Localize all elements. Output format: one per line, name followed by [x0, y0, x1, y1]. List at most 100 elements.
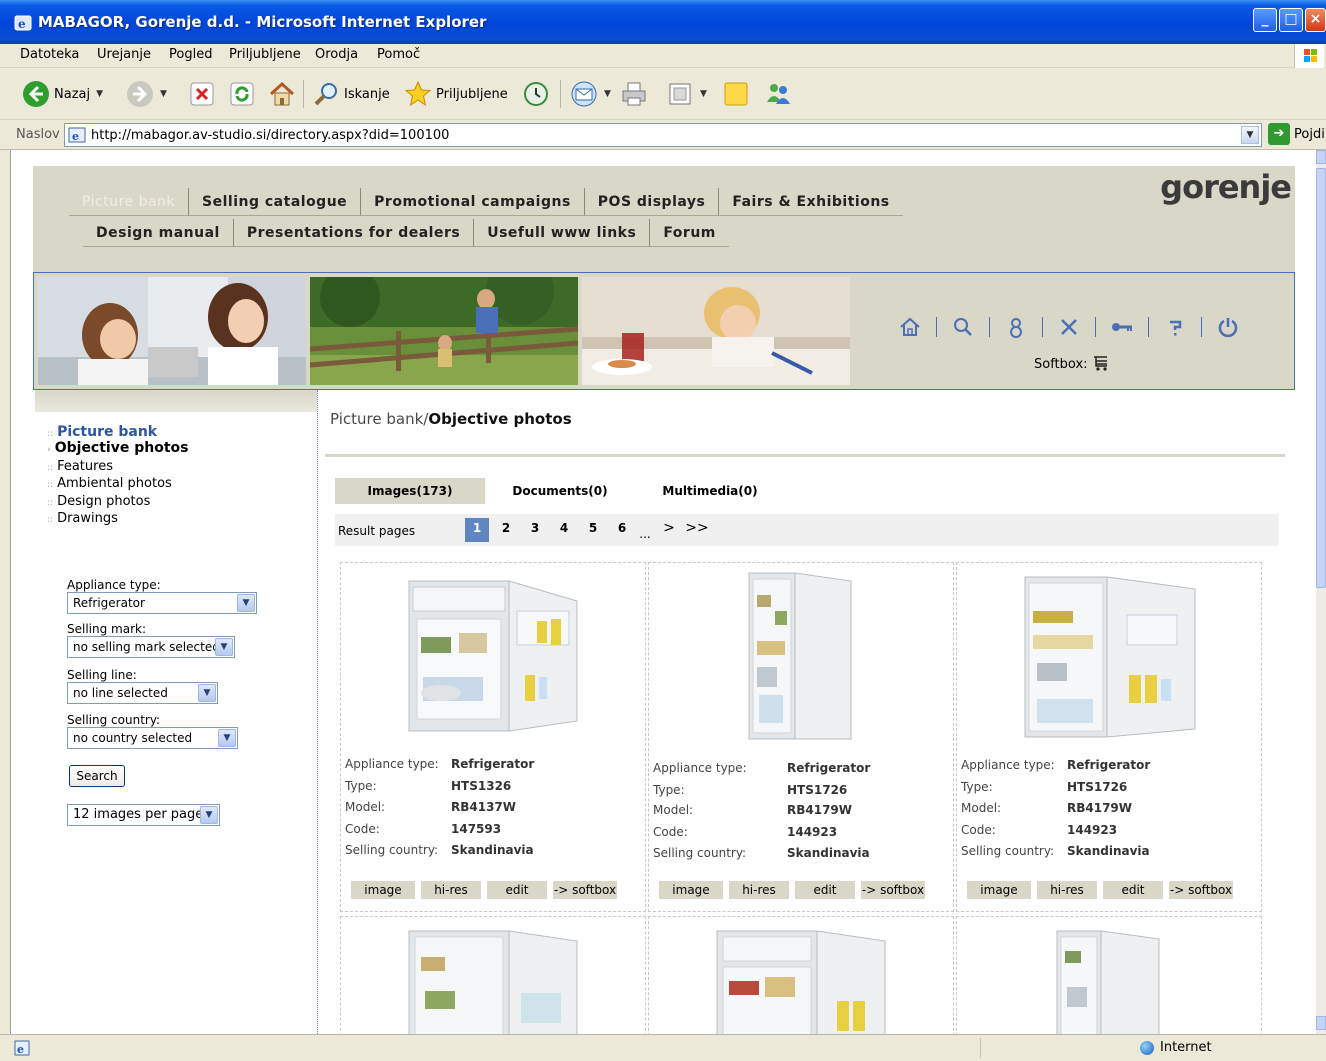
hi-res-button[interactable]: hi-res: [1037, 881, 1097, 899]
nav-usefull-links[interactable]: Usefull www links: [474, 219, 651, 247]
maximize-button[interactable]: □: [1279, 8, 1303, 32]
title-bar[interactable]: e MABAGOR, Gorenje d.d. - Microsoft Inte…: [0, 0, 1326, 44]
selling-mark-select[interactable]: no selling mark selected ▼: [67, 636, 235, 658]
tree-item-features[interactable]: :: Features: [47, 459, 188, 477]
help-icon[interactable]: [1163, 315, 1187, 339]
edit-button[interactable]: edit: [1103, 881, 1163, 899]
tree-root[interactable]: :: Picture bank: [47, 424, 188, 440]
appliance-type-select[interactable]: Refrigerator ▼: [67, 592, 257, 614]
power-icon[interactable]: [1216, 315, 1240, 339]
refrigerator-image[interactable]: [649, 917, 955, 1034]
refrigerator-image[interactable]: [649, 571, 955, 741]
tab-images[interactable]: Images(173): [335, 478, 485, 504]
page-5-link[interactable]: 5: [581, 518, 605, 542]
favorites-button[interactable]: Priljubljene: [404, 78, 508, 110]
refrigerator-image[interactable]: [341, 571, 647, 741]
menu-view[interactable]: Pogled: [169, 47, 212, 62]
home-icon[interactable]: [898, 315, 922, 339]
menu-file[interactable]: Datoteka: [20, 47, 79, 62]
selling-line-label: Selling line:: [67, 668, 137, 682]
close-icon[interactable]: [1057, 315, 1081, 339]
back-button[interactable]: Nazaj ▼: [22, 78, 103, 110]
search-button[interactable]: Search: [69, 765, 125, 787]
scroll-down-icon[interactable]: [1316, 1016, 1326, 1030]
tree-item-design-photos[interactable]: :: Design photos: [47, 494, 188, 512]
address-input[interactable]: e http://mabagor.av-studio.si/directory.…: [64, 123, 1262, 147]
add-to-softbox-button[interactable]: -> softbox: [861, 881, 925, 899]
key-icon[interactable]: [1110, 315, 1134, 339]
menu-tools[interactable]: Orodja: [315, 47, 358, 62]
tree-item-drawings[interactable]: :: Drawings: [47, 511, 188, 529]
nav-pos-displays[interactable]: POS displays: [584, 188, 720, 216]
hi-res-button[interactable]: hi-res: [729, 881, 789, 899]
messenger-button[interactable]: [764, 78, 792, 110]
vertical-scrollbar[interactable]: [1316, 150, 1326, 1034]
image-button[interactable]: image: [351, 881, 415, 899]
nav-fairs-exhibitions[interactable]: Fairs & Exhibitions: [719, 188, 903, 216]
history-button[interactable]: [522, 78, 550, 110]
category-tree: :: Picture bank › Objective photos :: Featu…: [47, 424, 188, 529]
edit-button[interactable]: edit: [795, 881, 855, 899]
page-1-link[interactable]: 1: [465, 518, 489, 542]
breadcrumb-path[interactable]: Picture bank/: [330, 410, 428, 428]
hi-res-button[interactable]: hi-res: [421, 881, 481, 899]
address-dropdown-icon[interactable]: ▼: [1241, 126, 1259, 144]
refrigerator-image[interactable]: [957, 571, 1263, 741]
mail-dropdown-icon: ▼: [604, 89, 611, 99]
card-actions: image hi-res edit -> softbox: [659, 881, 931, 899]
attr-label: Code:: [345, 822, 380, 836]
nav-promotional-campaigns[interactable]: Promotional campaigns: [361, 188, 585, 216]
add-to-softbox-button[interactable]: -> softbox: [553, 881, 617, 899]
refrigerator-image[interactable]: [341, 917, 647, 1034]
edit-page-button[interactable]: ▼: [666, 78, 707, 110]
edit-button[interactable]: edit: [487, 881, 547, 899]
go-button[interactable]: ➔ Pojdi: [1268, 123, 1325, 145]
menu-help[interactable]: Pomoč: [377, 47, 420, 62]
image-button[interactable]: image: [659, 881, 723, 899]
selling-mark-label: Selling mark:: [67, 622, 147, 636]
per-page-value: 12 images per page: [73, 807, 204, 822]
tab-documents[interactable]: Documents(0): [485, 478, 635, 504]
forward-button[interactable]: ▼: [126, 78, 167, 110]
per-page-select[interactable]: 12 images per page ▼: [67, 804, 220, 826]
search-button[interactable]: Iskanje: [312, 78, 390, 110]
refrigerator-image[interactable]: [957, 917, 1263, 1034]
scroll-up-icon[interactable]: [1316, 150, 1326, 164]
nav-forum[interactable]: Forum: [650, 219, 729, 247]
user-icon[interactable]: [1004, 315, 1028, 339]
nav-design-manual[interactable]: Design manual: [83, 219, 234, 247]
attr-value: Refrigerator: [787, 761, 871, 775]
image-button[interactable]: image: [967, 881, 1031, 899]
menu-favorites[interactable]: Priljubljene: [229, 47, 301, 62]
last-page-link[interactable]: >>: [685, 518, 709, 542]
refresh-button[interactable]: [228, 78, 256, 110]
page-3-link[interactable]: 3: [523, 518, 547, 542]
page-2-link[interactable]: 2: [494, 518, 518, 542]
print-button[interactable]: [620, 78, 648, 110]
search-icon[interactable]: [951, 315, 975, 339]
selling-country-select[interactable]: no country selected ▼: [67, 727, 238, 749]
tab-multimedia[interactable]: Multimedia(0): [635, 478, 785, 504]
softbox-link[interactable]: Softbox:: [1034, 355, 1112, 373]
scrollbar-thumb[interactable]: [1316, 168, 1326, 588]
page-4-link[interactable]: 4: [552, 518, 576, 542]
menu-edit[interactable]: Urejanje: [97, 47, 151, 62]
page-6-link[interactable]: 6: [610, 518, 634, 542]
nav-selling-catalogue[interactable]: Selling catalogue: [189, 188, 362, 216]
discuss-button[interactable]: [722, 78, 750, 110]
attr-label: Selling country:: [653, 846, 747, 860]
close-button[interactable]: ×: [1305, 8, 1326, 32]
nav-picture-bank[interactable]: Picture bank: [69, 188, 190, 216]
tree-item-objective-photos[interactable]: › Objective photos: [47, 440, 188, 459]
gorenje-logo[interactable]: gorenje: [1160, 168, 1292, 206]
attr-value: RB4137W: [451, 800, 517, 814]
add-to-softbox-button[interactable]: -> softbox: [1169, 881, 1233, 899]
minimize-button[interactable]: _: [1253, 8, 1277, 32]
nav-presentations-dealers[interactable]: Presentations for dealers: [233, 219, 475, 247]
selling-line-select[interactable]: no line selected ▼: [67, 682, 218, 704]
next-page-link[interactable]: >: [657, 518, 681, 542]
home-button[interactable]: [268, 78, 296, 110]
tree-item-ambiental-photos[interactable]: :: Ambiental photos: [47, 476, 188, 494]
mail-button[interactable]: ▼: [570, 78, 611, 110]
stop-button[interactable]: [188, 78, 216, 110]
